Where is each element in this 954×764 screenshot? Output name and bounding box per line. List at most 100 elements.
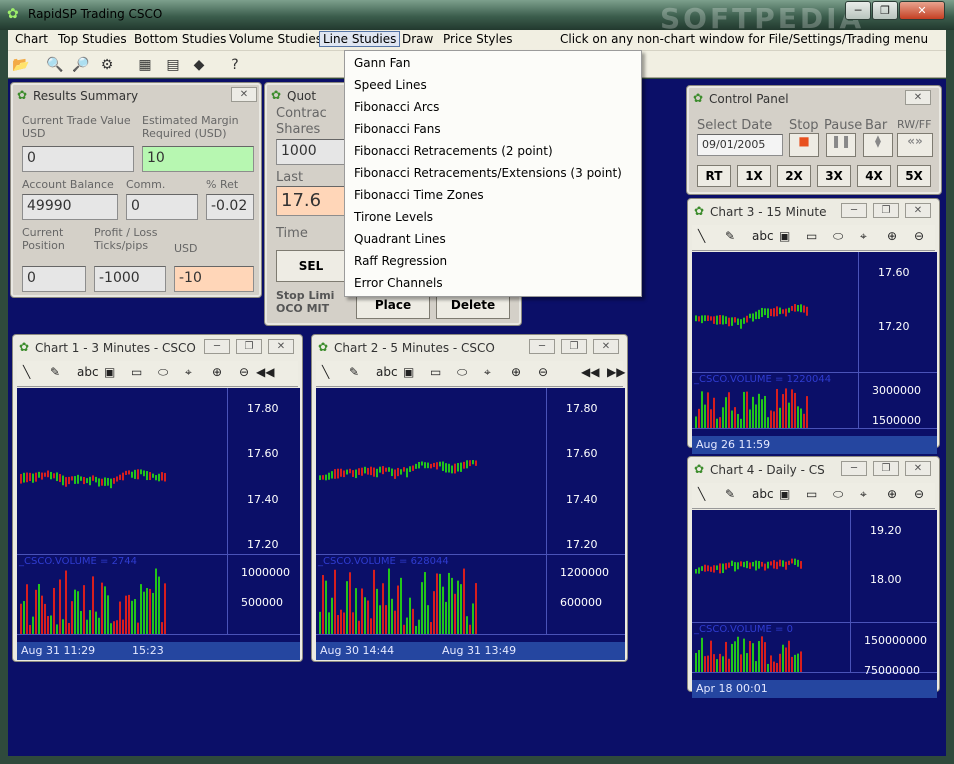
restore-icon[interactable]: ❐ [873,203,899,218]
zoom-out-icon[interactable]: ⊖ [914,487,924,501]
speed-4x-button[interactable]: 4X [857,165,891,187]
settings-icon[interactable]: ⚙ [96,55,118,75]
scroll-forward-icon[interactable]: ▶▶ [607,365,625,379]
speed-3x-button[interactable]: 3X [817,165,851,187]
ellipse-icon[interactable]: ⬭ [833,229,843,244]
rewind-forward-button[interactable]: «» [897,133,933,157]
menu-volume-studies[interactable]: Volume Studies [229,32,322,46]
minimize-icon[interactable]: ─ [845,1,871,20]
restore-icon[interactable]: ❐ [561,339,587,354]
close-icon[interactable]: ✕ [231,87,257,102]
candle [80,476,82,481]
zoom-in-icon[interactable]: ⊕ [511,365,521,379]
minimize-icon[interactable]: ─ [204,339,230,354]
pencil-icon[interactable]: ✎ [725,487,735,501]
zoom-in-icon[interactable]: ⊕ [887,229,897,243]
crosshair-icon[interactable]: ⌖ [484,365,491,380]
text-abc-icon[interactable]: abc [376,365,398,379]
text-abc-icon[interactable]: abc [752,229,774,243]
stop-button[interactable]: ■ [789,133,819,157]
menu-top-studies[interactable]: Top Studies [58,32,127,46]
plot-area[interactable]: 17.60 17.20 _CSCO.VOLUME = 1220044 3000000 1… [692,252,937,454]
zoom-out-icon[interactable]: ⊖ [914,229,924,243]
pencil-icon[interactable]: ✎ [50,365,60,379]
data-grid-icon[interactable]: ▦ [134,55,156,75]
menu-item-tirone-levels[interactable]: Tirone Levels [354,210,433,224]
zoom-out-icon[interactable]: ⊖ [239,365,249,379]
restore-icon[interactable]: ❐ [236,339,262,354]
menu-item-fibonacci-time-zones[interactable]: Fibonacci Time Zones [354,188,484,202]
speed-2x-button[interactable]: 2X [777,165,811,187]
zoom-in-icon[interactable]: ⊕ [887,487,897,501]
close-icon[interactable]: ✕ [593,339,619,354]
menu-price-styles[interactable]: Price Styles [443,32,512,46]
rectangle-icon[interactable]: ▭ [131,365,142,379]
fib-icon[interactable]: ▣ [104,365,115,379]
print-preview-icon[interactable]: 🔎 [70,55,92,75]
date-select[interactable]: 09/01/2005 [697,134,783,156]
crosshair-icon[interactable]: ⌖ [860,487,867,502]
menu-item-speed-lines[interactable]: Speed Lines [354,78,427,92]
menu-item-gann-fan[interactable]: Gann Fan [354,56,410,70]
speed-1x-button[interactable]: 1X [737,165,771,187]
menu-item-raff-regression[interactable]: Raff Regression [354,254,447,268]
menu-item-error-channels[interactable]: Error Channels [354,276,443,290]
zoom-in-icon[interactable]: ⊕ [212,365,222,379]
minimize-icon[interactable]: ─ [841,461,867,476]
speed-5x-button[interactable]: 5X [897,165,931,187]
text-abc-icon[interactable]: abc [77,365,99,379]
line-tool-icon[interactable]: ╲ [322,365,329,379]
table-icon[interactable]: ▤ [162,55,184,75]
menu-item-fibonacci-retracements-extensions-3-point[interactable]: Fibonacci Retracements/Extensions (3 poi… [354,166,622,180]
fib-icon[interactable]: ▣ [779,487,790,501]
menu-draw[interactable]: Draw [402,32,433,46]
menu-chart[interactable]: Chart [15,32,48,46]
ellipse-icon[interactable]: ⬭ [457,365,467,380]
line-tool-icon[interactable]: ╲ [698,487,705,501]
sell-button[interactable]: SEL [276,250,346,282]
minimize-icon[interactable]: ─ [841,203,867,218]
close-icon[interactable]: ✕ [899,1,945,20]
pencil-icon[interactable]: ✎ [725,229,735,243]
minimize-icon[interactable]: ─ [529,339,555,354]
restore-icon[interactable]: ❐ [873,461,899,476]
close-icon[interactable]: ✕ [905,461,931,476]
card-icon[interactable]: ◆ [188,55,210,75]
scroll-back-icon[interactable]: ◀◀ [581,365,599,379]
menu-item-fibonacci-arcs[interactable]: Fibonacci Arcs [354,100,439,114]
bar-step-button[interactable]: ⧫ [863,133,893,157]
menu-line-studies[interactable]: Line Studies [319,31,401,47]
rectangle-icon[interactable]: ▭ [430,365,441,379]
close-icon[interactable]: ✕ [268,339,294,354]
help-icon[interactable]: ? [224,55,246,75]
scroll-back-icon[interactable]: ◀◀ [256,365,274,379]
open-folder-icon[interactable]: 📂 [10,55,32,75]
menu-item-fibonacci-fans[interactable]: Fibonacci Fans [354,122,441,136]
menu-item-quadrant-lines[interactable]: Quadrant Lines [354,232,446,246]
text-abc-icon[interactable]: abc [752,487,774,501]
find-icon[interactable]: 🔍 [44,55,66,75]
crosshair-icon[interactable]: ⌖ [185,365,192,380]
fib-icon[interactable]: ▣ [403,365,414,379]
line-tool-icon[interactable]: ╲ [23,365,30,379]
ellipse-icon[interactable]: ⬭ [833,487,843,502]
crosshair-icon[interactable]: ⌖ [860,229,867,244]
close-icon[interactable]: ✕ [905,90,931,105]
fib-icon[interactable]: ▣ [779,229,790,243]
pause-button[interactable]: ❚❚ [826,133,856,157]
speed-rt-button[interactable]: RT [697,165,731,187]
line-tool-icon[interactable]: ╲ [698,229,705,243]
plot-area[interactable]: 17.80 17.60 17.40 17.20 _CSCO.VOLUME = 62804… [316,388,625,660]
rectangle-icon[interactable]: ▭ [806,487,817,501]
rectangle-icon[interactable]: ▭ [806,229,817,243]
shares-field[interactable]: 1000 [276,139,346,165]
plot-area[interactable]: 19.20 18.00 _CSCO.VOLUME = 0 150000000 75000… [692,510,937,698]
close-icon[interactable]: ✕ [905,203,931,218]
restore-icon[interactable]: ❐ [872,1,898,20]
menu-item-fibonacci-retracements-2-point[interactable]: Fibonacci Retracements (2 point) [354,144,553,158]
menu-bottom-studies[interactable]: Bottom Studies [134,32,226,46]
pencil-icon[interactable]: ✎ [349,365,359,379]
plot-area[interactable]: 17.80 17.60 17.40 17.20 _CSCO.VOLUME = 2744 1… [17,388,300,660]
ellipse-icon[interactable]: ⬭ [158,365,168,380]
zoom-out-icon[interactable]: ⊖ [538,365,548,379]
